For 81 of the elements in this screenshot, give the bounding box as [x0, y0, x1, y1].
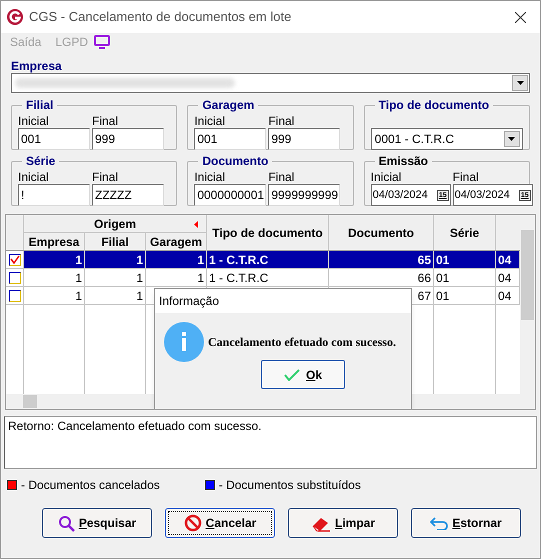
field-label: Final — [92, 114, 120, 128]
window-title: CGS - Cancelamento de documentos em lote — [29, 8, 292, 26]
table-cell-text: 1 — [136, 288, 143, 304]
dropdown-arrow-icon — [516, 81, 524, 85]
column-header[interactable]: Documento — [329, 215, 434, 250]
dialog-message: Cancelamento efetuado com sucesso. — [208, 334, 396, 351]
group-title: Emissão — [378, 153, 430, 170]
table-cell-text: 04 — [498, 270, 512, 286]
group-title: Tipo de documento — [378, 97, 490, 114]
table-cell-text: 1 — [197, 270, 204, 286]
table-cell-text: 1 — [75, 288, 82, 304]
scrollbar-thumb[interactable] — [521, 230, 534, 320]
field-label: Final — [268, 170, 296, 184]
group-title: Garagem — [201, 97, 256, 114]
grid-row[interactable]: 1 1 1 1 - C.T.R.C 65 01 04 — [6, 251, 520, 269]
field-label: Inicial — [18, 170, 50, 184]
table-cell-text: 1 — [75, 252, 82, 268]
prohibited-icon — [184, 514, 202, 532]
table-cell-text: 01 — [436, 270, 450, 286]
undo-arrow-icon — [430, 516, 448, 530]
group-title: Série — [25, 153, 56, 170]
grid-row[interactable]: 1 1 1 1 - C.T.R.C 66 01 04 — [6, 269, 520, 287]
table-cell-text: 04 — [498, 252, 512, 268]
row-checkbox[interactable] — [8, 272, 20, 284]
return-memo[interactable]: Retorno: Cancelamento efetuado com sucesso. — [4, 416, 537, 469]
legend-label: - Documentos substituídos — [218, 477, 361, 494]
table-cell-text: 1 — [136, 270, 143, 286]
column-header[interactable]: Tipo de documento — [207, 215, 329, 250]
field-label: Final — [92, 170, 120, 184]
legend-label: - Documentos cancelados — [21, 477, 160, 494]
text-field[interactable]: 001 — [18, 128, 90, 150]
monitor-icon[interactable] — [94, 34, 110, 48]
table-cell-text: 1 — [136, 252, 143, 268]
row-checkbox[interactable] — [8, 290, 20, 302]
check-icon — [284, 368, 300, 380]
text-field[interactable]: ZZZZZ — [92, 184, 164, 206]
text-field[interactable]: 9999999999 — [268, 184, 340, 206]
text-field[interactable]: 999 — [268, 128, 340, 150]
row-checkbox[interactable] — [8, 254, 20, 266]
dialog-title: Informação — [159, 293, 220, 310]
field-label: Inicial — [370, 170, 402, 184]
vertical-scrollbar[interactable] — [520, 215, 535, 394]
table-cell-text: 66 — [418, 270, 431, 286]
text-field[interactable]: ! — [18, 184, 90, 206]
text-field[interactable]: 0000000001 — [194, 184, 266, 206]
field-label: Inicial — [18, 114, 50, 128]
company-label: Empresa — [11, 59, 63, 73]
table-cell-text: 01 — [436, 288, 450, 304]
cancel-button[interactable]: Cancelar — [165, 508, 275, 538]
field-label: Final — [452, 170, 480, 184]
eraser-button[interactable]: Limpar — [288, 508, 398, 538]
dropdown-arrow-icon — [508, 137, 516, 141]
document-type-dropdown[interactable]: 0001 - C.T.R.C — [370, 128, 523, 150]
scrollbar-thumb[interactable] — [23, 395, 37, 408]
text-field[interactable]: 001 — [194, 128, 266, 150]
table-cell-text: 1 - C.T.R.C — [209, 270, 268, 286]
field-label: Inicial — [194, 114, 226, 128]
table-cell-text: 1 — [197, 252, 204, 268]
table-cell-text: 04 — [498, 288, 512, 304]
field-label: Inicial — [194, 170, 226, 184]
ok-button[interactable]: Ok — [261, 360, 345, 389]
group-title: Documento — [201, 153, 270, 170]
sort-arrow-icon — [194, 221, 198, 228]
table-cell-text: 1 — [75, 270, 82, 286]
search-icon — [58, 514, 75, 532]
company-dropdown[interactable] — [11, 73, 530, 93]
app-logo-icon — [7, 9, 23, 25]
close-icon[interactable] — [515, 12, 526, 22]
field-label: Final — [268, 114, 296, 128]
info-icon — [164, 322, 204, 362]
column-group-header[interactable]: Origem — [24, 215, 207, 233]
check-icon — [10, 255, 20, 264]
table-cell-text: 65 — [418, 252, 431, 268]
search-button[interactable]: Pesquisar — [42, 508, 152, 538]
column-header[interactable]: Série — [434, 215, 496, 250]
undo-button[interactable]: Estornar — [411, 508, 521, 538]
text-field[interactable]: 999 — [92, 128, 164, 150]
table-cell-text: 67 — [418, 288, 431, 304]
group-title: Filial — [25, 97, 54, 114]
table-cell-text: 01 — [436, 252, 450, 268]
table-cell-text: 1 - C.T.R.C — [209, 252, 268, 268]
